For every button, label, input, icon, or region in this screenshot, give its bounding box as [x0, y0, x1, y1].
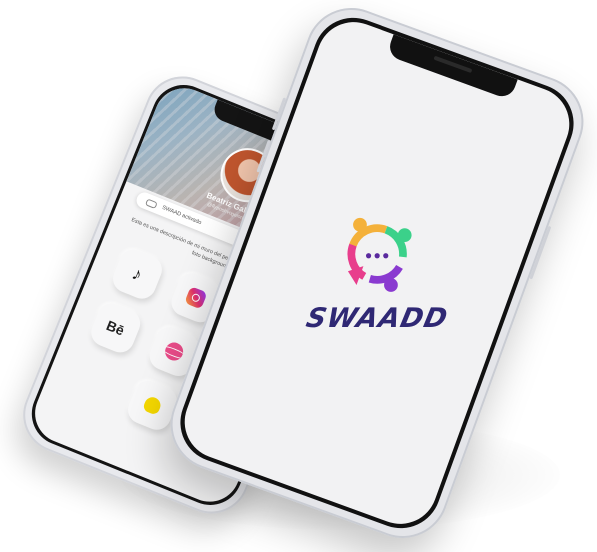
behance-button[interactable]: Bē — [86, 299, 145, 357]
snapchat-icon — [141, 394, 163, 416]
brand-wordmark: SWAADD — [303, 303, 451, 335]
toggle-icon — [145, 197, 158, 209]
dribbble-icon — [162, 339, 186, 364]
speaker-grille — [433, 55, 473, 74]
swaadd-logo-icon — [347, 217, 412, 292]
phone-notch — [386, 34, 518, 101]
behance-icon: Bē — [104, 317, 127, 339]
app-logo: SWAADD — [297, 211, 457, 334]
instagram-icon — [184, 286, 208, 310]
tiktok-button[interactable]: ♪ — [108, 245, 166, 303]
tiktok-icon: ♪ — [129, 262, 146, 285]
